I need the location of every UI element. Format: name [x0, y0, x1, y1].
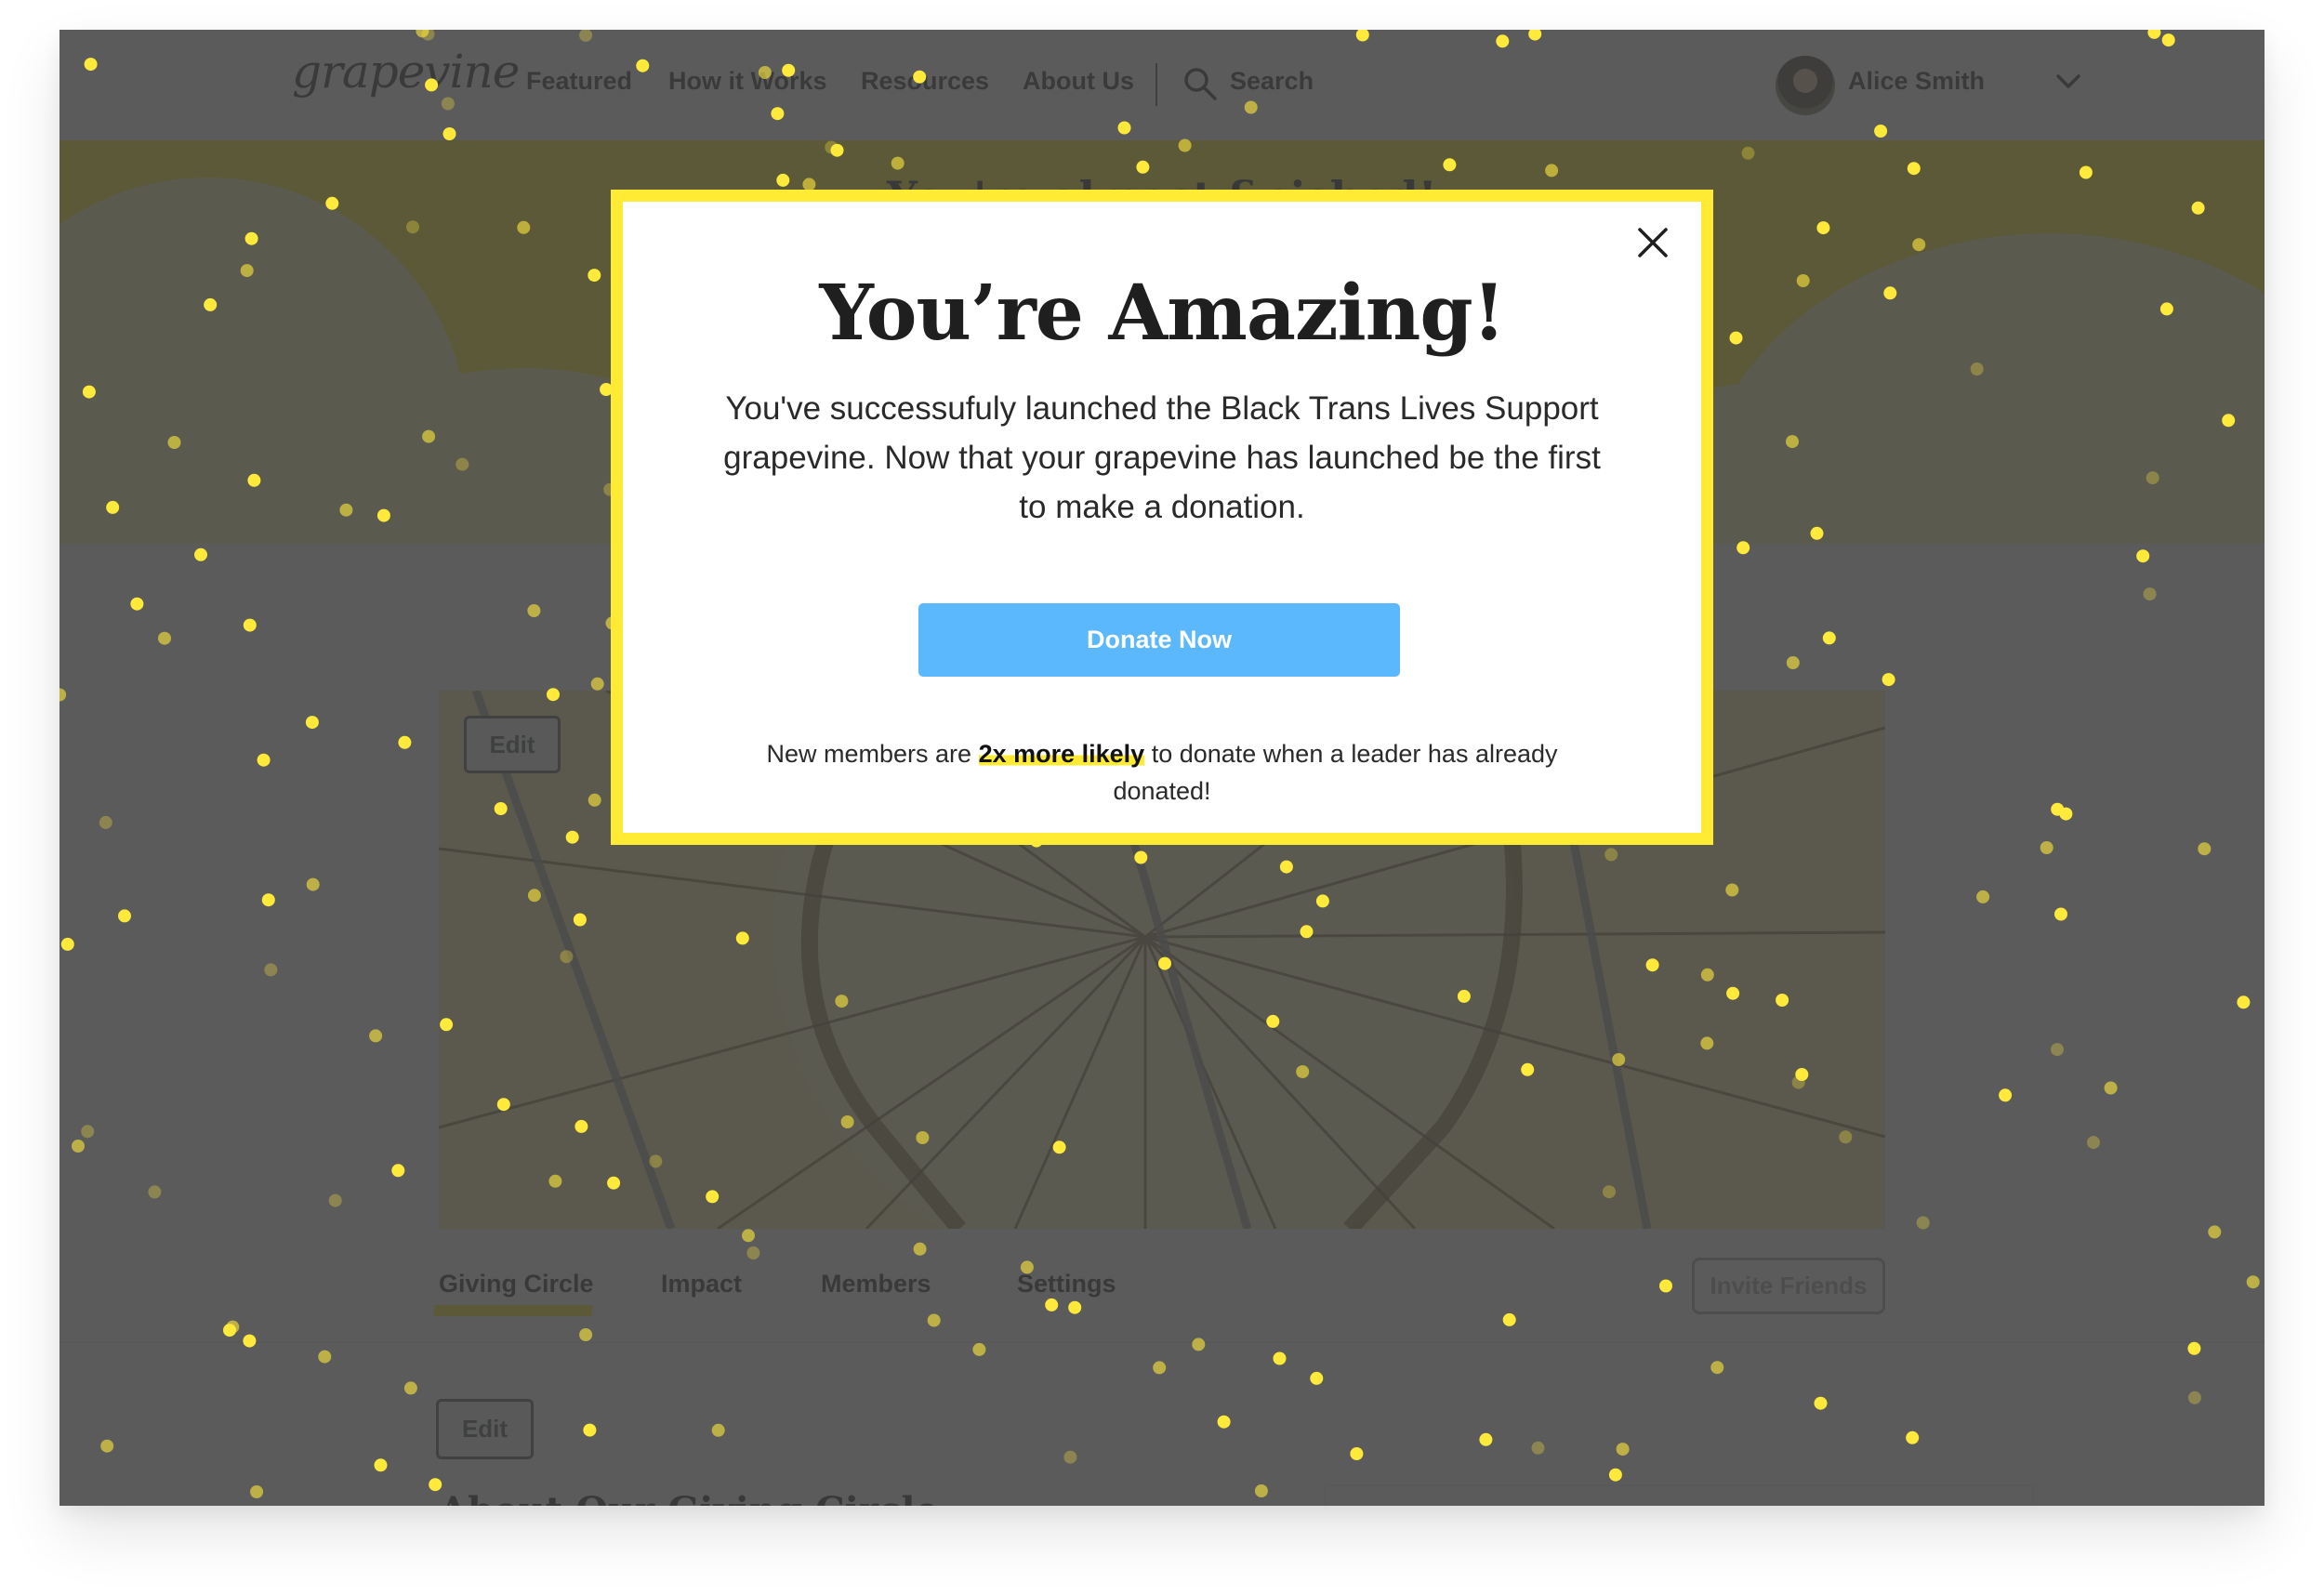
note-text: New members are: [766, 740, 979, 768]
modal-body: You've successufuly launched the Black T…: [723, 390, 1601, 525]
modal-title: You’re Amazing!: [819, 269, 1505, 358]
close-icon[interactable]: [1634, 224, 1671, 261]
browser-frame: grapevine Featured How it Works Resource…: [59, 30, 2265, 1506]
success-modal: You’re Amazing! You've successufuly laun…: [611, 190, 1713, 845]
modal-note: New members are 2x more likely to donate…: [716, 735, 1608, 810]
note-highlight: 2x more likely: [978, 740, 1145, 768]
note-text: to donate when a leader has already dona…: [1113, 740, 1558, 805]
donate-now-button[interactable]: Donate Now: [918, 603, 1400, 677]
